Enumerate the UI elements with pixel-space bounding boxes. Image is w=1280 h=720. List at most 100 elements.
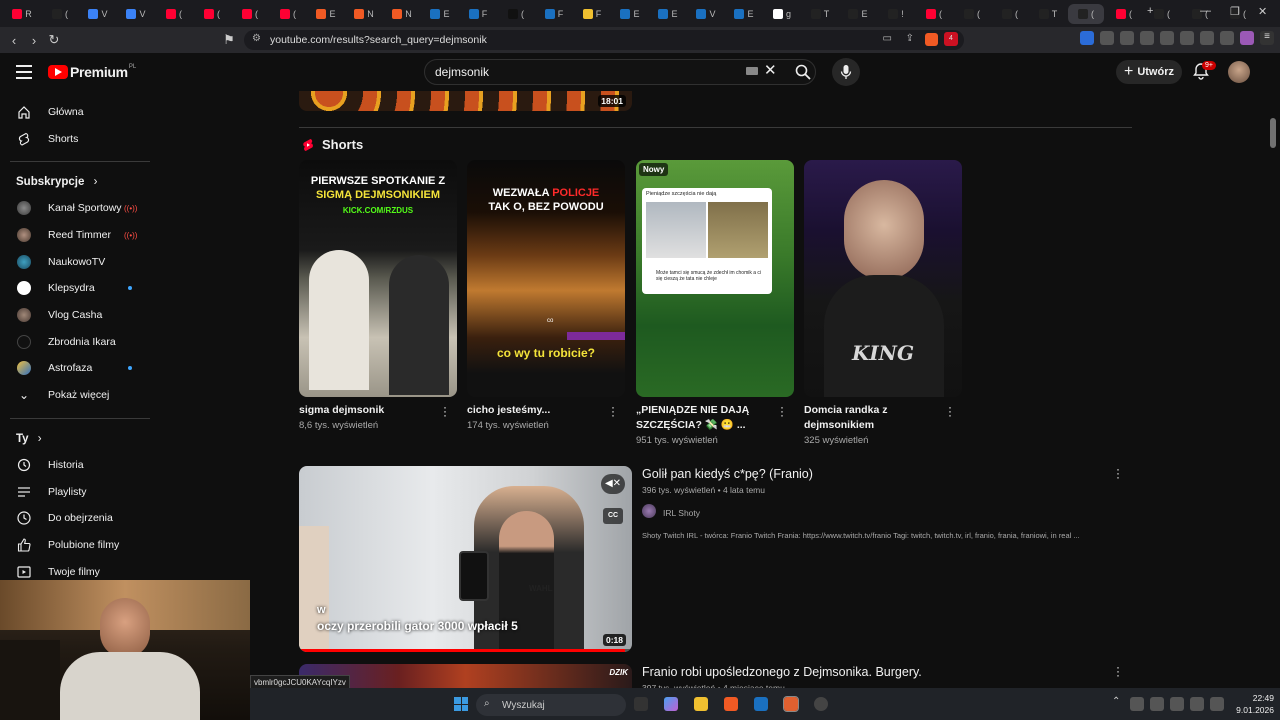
extension-icon[interactable] — [1080, 31, 1094, 45]
captions-button[interactable]: CC — [603, 508, 623, 524]
bookmark-icon[interactable]: ⚑ — [219, 32, 239, 48]
browser-tab[interactable]: E — [840, 4, 876, 24]
back-icon[interactable]: ‹ — [4, 33, 24, 48]
more-actions-icon[interactable]: · · · — [946, 401, 954, 421]
start-icon[interactable] — [454, 697, 468, 711]
brave-shields-icon[interactable] — [925, 33, 938, 46]
browser-tab[interactable]: F — [574, 4, 610, 24]
create-button[interactable]: + Utwórz — [1116, 60, 1182, 84]
browser-tab[interactable]: F — [536, 4, 572, 24]
copilot-icon[interactable] — [664, 697, 678, 711]
account-avatar[interactable] — [1228, 61, 1250, 83]
system-clock[interactable]: 22:49 9.01.2026 — [1234, 692, 1274, 716]
show-more-button[interactable]: ⌄ Pokaż więcej — [0, 382, 160, 408]
short-title[interactable]: sigma dejmsonik — [299, 403, 429, 418]
sidebar-item-shorts[interactable]: Shorts — [0, 126, 160, 152]
video-thumbnail[interactable]: 18:01 — [299, 91, 632, 111]
browser-tab[interactable]: N — [346, 4, 382, 24]
browser-tab[interactable]: E — [612, 4, 648, 24]
keyboard-icon[interactable] — [746, 67, 758, 75]
browser-tab[interactable]: ( — [1068, 3, 1104, 24]
video-title[interactable]: Golił pan kiedyś c*pę? (Franio) — [642, 467, 813, 481]
page-scrollbar-thumb[interactable] — [1270, 118, 1276, 148]
store-icon[interactable] — [754, 697, 768, 711]
short-title[interactable]: „PIENIĄDZE NIE DAJĄ SZCZĘŚCIA? 💸 😬 ... — [636, 403, 766, 433]
sidebar-item-kanal-sportowy[interactable]: Kanał Sportowy ((•)) — [0, 195, 160, 221]
reload-icon[interactable]: ↻ — [44, 32, 64, 48]
forward-icon[interactable]: › — [24, 33, 44, 48]
maximize-button[interactable]: ❐ — [1230, 5, 1240, 18]
site-info-icon[interactable]: ⚙ — [252, 33, 261, 44]
wallet-icon[interactable] — [1200, 31, 1214, 45]
you-heading[interactable]: Ty › — [16, 433, 42, 445]
file-explorer-icon[interactable] — [694, 697, 708, 711]
search-input[interactable] — [435, 65, 735, 79]
short-thumbnail[interactable]: WEZWAŁA POLICJE TAK O, BEZ POWODU co co … — [467, 160, 625, 397]
sidebar-item-history[interactable]: Historia — [0, 452, 160, 478]
browser-tab[interactable]: E — [650, 4, 686, 24]
subscriptions-heading[interactable]: Subskrypcje › — [16, 176, 97, 188]
more-actions-icon[interactable]: · · · — [441, 401, 449, 421]
sidebar-item-naukowotv[interactable]: NaukowoTV — [0, 249, 160, 275]
channel-avatar[interactable] — [642, 504, 656, 518]
browser-tab[interactable]: ( — [992, 4, 1028, 24]
browser-tab[interactable]: T — [1030, 4, 1066, 24]
tray-icon[interactable] — [1130, 697, 1144, 711]
clear-search-icon[interactable]: ✕ — [764, 61, 777, 79]
network-icon[interactable] — [1190, 697, 1204, 711]
tray-chevron-icon[interactable]: ⌃ — [1112, 696, 1120, 707]
short-thumbnail[interactable]: PIERWSZE SPOTKANIE Z SIGMĄ DEJMSONIKIEM … — [299, 160, 457, 397]
browser-tab[interactable]: ( — [270, 4, 306, 24]
browser-tab[interactable]: F — [460, 4, 496, 24]
tray-icon[interactable] — [1150, 697, 1164, 711]
browser-tab[interactable]: R — [4, 4, 40, 24]
sidebar-item-zbrodnia-ikara[interactable]: Zbrodnia Ikara — [0, 329, 160, 355]
sidebar-item-astrofaza[interactable]: Astrofaza — [0, 355, 160, 381]
browser-tab[interactable]: V — [688, 4, 724, 24]
app-icon[interactable] — [814, 697, 828, 711]
browser-tab[interactable]: V — [118, 4, 154, 24]
short-title[interactable]: cicho jesteśmy... — [467, 403, 597, 418]
sidebar-item-reed-timmer[interactable]: Reed Timmer ((•)) — [0, 222, 160, 248]
close-window-button[interactable]: ✕ — [1258, 5, 1267, 18]
sidebar-item-liked[interactable]: Polubione filmy — [0, 532, 160, 558]
address-bar[interactable]: ⚙ youtube.com/results?search_query=dejms… — [244, 30, 964, 50]
browser-tab[interactable]: ( — [916, 4, 952, 24]
more-actions-icon[interactable]: · · · — [1114, 463, 1122, 483]
sidebar-item-playlists[interactable]: Playlisty — [0, 479, 160, 505]
cast-icon[interactable]: ▭ — [883, 33, 892, 44]
browser-tab[interactable]: ( — [42, 4, 78, 24]
video-thumbnail-preview[interactable]: WAHL ◀✕ CC w oczy przerobili gator 3000 … — [299, 466, 632, 652]
search-button[interactable] — [790, 59, 816, 85]
sidebar-item-klepsydra[interactable]: Klepsydra — [0, 275, 160, 301]
browser-tab[interactable]: N — [384, 4, 420, 24]
task-view-icon[interactable] — [634, 697, 648, 711]
minimize-button[interactable]: — — [1200, 5, 1211, 17]
brave-active-icon[interactable] — [783, 696, 799, 712]
extension-icon[interactable] — [1120, 31, 1134, 45]
more-actions-icon[interactable]: · · · — [778, 401, 786, 421]
browser-tab[interactable]: E — [422, 4, 458, 24]
browser-tab[interactable]: ! — [878, 4, 914, 24]
sidebar-item-watch-later[interactable]: Do obejrzenia — [0, 505, 160, 531]
sidebar-item-home[interactable]: Główna — [0, 99, 160, 125]
hamburger-menu-icon[interactable] — [16, 65, 32, 79]
browser-tab[interactable]: ( — [1106, 4, 1142, 24]
tray-icon[interactable] — [1170, 697, 1184, 711]
menu-icon[interactable]: ≡ — [1260, 31, 1274, 45]
browser-tab[interactable]: E — [726, 4, 762, 24]
voice-search-button[interactable] — [832, 58, 860, 86]
browser-tab[interactable]: V — [80, 4, 116, 24]
volume-icon[interactable] — [1210, 697, 1224, 711]
pip-icon[interactable] — [1160, 31, 1174, 45]
browser-tab[interactable]: ( — [194, 4, 230, 24]
music-icon[interactable] — [1140, 31, 1154, 45]
browser-tab[interactable]: ( — [498, 4, 534, 24]
browser-tab[interactable]: ( — [954, 4, 990, 24]
more-actions-icon[interactable]: · · · — [1114, 661, 1122, 681]
vpn-icon[interactable] — [1220, 31, 1234, 45]
leo-icon[interactable] — [1240, 31, 1254, 45]
channel-name[interactable]: IRL Shoty — [663, 508, 700, 518]
preview-progress-track[interactable] — [299, 649, 632, 652]
mute-icon[interactable]: ◀✕ — [601, 474, 625, 494]
